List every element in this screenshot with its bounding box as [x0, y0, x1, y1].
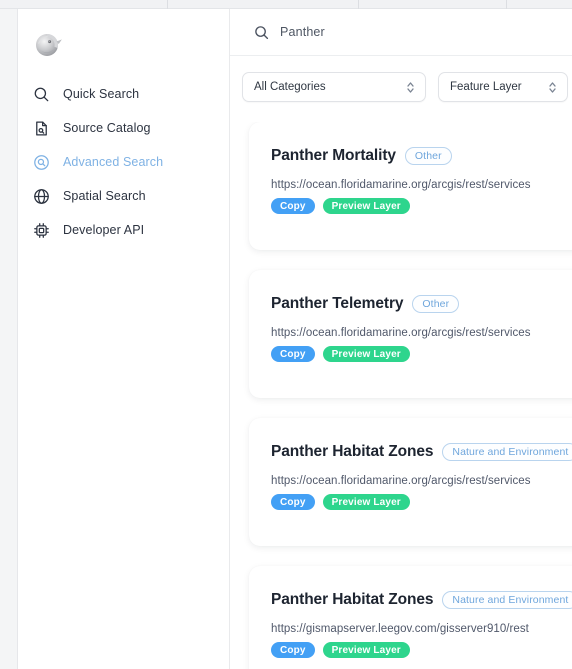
result-actions: Copy Preview Layer	[271, 494, 572, 510]
result-card[interactable]: Panther Habitat Zones Nature and Environm…	[249, 418, 572, 546]
result-category-badge: Nature and Environment	[442, 443, 572, 461]
sidebar-item-label: Source Catalog	[63, 121, 151, 135]
result-url[interactable]: https://ocean.floridamarine.org/arcgis/r…	[271, 475, 572, 487]
preview-layer-button[interactable]: Preview Layer	[322, 642, 410, 658]
background-chrome-divider	[167, 0, 168, 9]
sidebar-nav: Quick Search Source Catalog Advanced Searc…	[18, 77, 229, 247]
sidebar: Quick Search Source Catalog Advanced Searc…	[18, 9, 230, 669]
search-bar[interactable]: Panther	[230, 9, 572, 56]
result-header: Panther Telemetry Other	[271, 295, 572, 313]
result-category-badge: Other	[412, 295, 460, 313]
result-header: Panther Habitat Zones Nature and Environm…	[271, 591, 572, 609]
sidebar-item-label: Advanced Search	[63, 155, 164, 169]
result-category-badge: Nature and Environment	[442, 591, 572, 609]
category-select[interactable]: All Categories	[242, 72, 426, 102]
result-header: Panther Mortality Other	[271, 147, 572, 165]
filter-row: All Categories Feature Layer	[230, 56, 572, 102]
result-title: Panther Habitat Zones	[271, 443, 434, 460]
background-chrome-divider	[358, 0, 359, 9]
app-logo[interactable]	[21, 18, 75, 72]
result-card[interactable]: Panther Mortality Other https://ocean.flor…	[249, 122, 572, 250]
magnifier-icon	[32, 85, 50, 103]
type-select-value: Feature Layer	[450, 81, 522, 93]
sidebar-item-label: Quick Search	[63, 87, 140, 101]
result-title: Panther Habitat Zones	[271, 591, 434, 608]
copy-button[interactable]: Copy	[271, 198, 315, 214]
result-header: Panther Habitat Zones Nature and Environm…	[271, 443, 572, 461]
bird-logo-icon	[31, 28, 65, 62]
result-card[interactable]: Panther Habitat Zones Nature and Environm…	[249, 566, 572, 669]
globe-icon	[32, 187, 50, 205]
search-input[interactable]: Panther	[280, 25, 325, 39]
type-select[interactable]: Feature Layer	[438, 72, 568, 102]
main-content: Panther All Categories Feature Layer Pan…	[230, 9, 572, 669]
preview-layer-button[interactable]: Preview Layer	[322, 346, 410, 362]
background-left-strip	[0, 9, 18, 669]
background-chrome-divider	[506, 0, 507, 9]
result-title: Panther Telemetry	[271, 295, 404, 312]
chevron-updown-icon	[547, 80, 558, 95]
sidebar-item-spatial-search[interactable]: Spatial Search	[22, 179, 225, 213]
result-title: Panther Mortality	[271, 147, 396, 164]
result-actions: Copy Preview Layer	[271, 642, 572, 658]
category-select-value: All Categories	[254, 81, 326, 93]
preview-layer-button[interactable]: Preview Layer	[322, 494, 410, 510]
search-results-list: Panther Mortality Other https://ocean.flor…	[230, 122, 572, 669]
document-search-icon	[32, 119, 50, 137]
search-icon	[254, 25, 269, 40]
sidebar-item-quick-search[interactable]: Quick Search	[22, 77, 225, 111]
result-url[interactable]: https://ocean.floridamarine.org/arcgis/r…	[271, 179, 572, 191]
sidebar-item-label: Developer API	[63, 223, 145, 237]
result-actions: Copy Preview Layer	[271, 346, 572, 362]
result-card[interactable]: Panther Telemetry Other https://ocean.flor…	[249, 270, 572, 398]
copy-button[interactable]: Copy	[271, 494, 315, 510]
preview-layer-button[interactable]: Preview Layer	[322, 198, 410, 214]
sidebar-item-label: Spatial Search	[63, 189, 146, 203]
result-category-badge: Other	[404, 147, 452, 165]
sidebar-item-developer-api[interactable]: Developer API	[22, 213, 225, 247]
circled-magnifier-icon	[32, 153, 50, 171]
result-actions: Copy Preview Layer	[271, 198, 572, 214]
sidebar-item-advanced-search[interactable]: Advanced Search	[22, 145, 225, 179]
background-chrome-strip	[0, 0, 572, 9]
sidebar-item-source-catalog[interactable]: Source Catalog	[22, 111, 225, 145]
app-window: Quick Search Source Catalog Advanced Searc…	[18, 9, 572, 669]
copy-button[interactable]: Copy	[271, 346, 315, 362]
result-url[interactable]: https://gismapserver.leegov.com/gisserve…	[271, 623, 572, 635]
result-url[interactable]: https://ocean.floridamarine.org/arcgis/r…	[271, 327, 572, 339]
chevron-updown-icon	[405, 80, 416, 95]
copy-button[interactable]: Copy	[271, 642, 315, 658]
chip-icon	[32, 221, 50, 239]
